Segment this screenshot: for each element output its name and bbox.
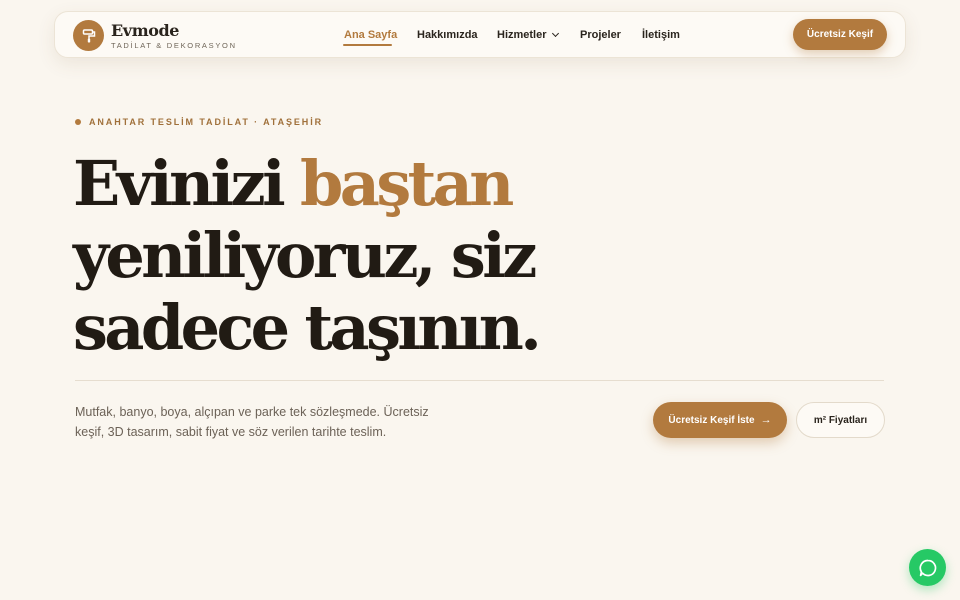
brand-tagline: TADİLAT & DEKORASYON — [111, 41, 237, 50]
nav-item-hakkimizda[interactable]: Hakkımızda — [417, 29, 478, 41]
request-free-survey-label: Ücretsiz Keşif İste — [668, 414, 755, 426]
chevron-down-icon — [551, 29, 559, 38]
active-nav-underline — [343, 44, 392, 46]
nav-item-projeler[interactable]: Projeler — [580, 29, 621, 41]
top-navbar: Evmode TADİLAT & DEKORASYON Ana Sayfa Ha… — [54, 11, 906, 58]
paint-roller-icon[interactable] — [73, 20, 104, 51]
hero-eyebrow-text: ANAHTAR TESLİM TADİLAT · ATAŞEHİR — [89, 117, 324, 127]
hero-divider — [75, 380, 884, 381]
free-survey-nav-button[interactable]: Ücretsiz Keşif — [793, 19, 887, 50]
headline-line-3: sadece taşının. — [73, 291, 542, 364]
brand-name[interactable]: Evmode — [111, 21, 179, 40]
nav-item-iletisim[interactable]: İletişim — [642, 29, 680, 41]
nav-item-hizmetler[interactable]: Hizmetler — [497, 29, 559, 41]
hero-headline: Evinizi baştan yeniliyoruz, siz sadece t… — [73, 147, 542, 364]
hero-eyebrow: ANAHTAR TESLİM TADİLAT · ATAŞEHİR — [75, 117, 323, 127]
request-free-survey-button[interactable]: Ücretsiz Keşif İste → — [653, 402, 787, 438]
headline-part-1: Evinizi — [73, 147, 301, 220]
headline-accent: baştan — [300, 147, 514, 220]
whatsapp-chat-icon[interactable] — [909, 549, 946, 586]
m2-prices-button[interactable]: m² Fiyatları — [796, 402, 885, 438]
headline-line-2: yeniliyoruz, siz — [73, 219, 537, 292]
nav-item-ana-sayfa[interactable]: Ana Sayfa — [344, 29, 397, 41]
nav-item-hizmetler-label: Hizmetler — [497, 29, 547, 41]
hero-description: Mutfak, banyo, boya, alçıpan ve parke te… — [75, 405, 429, 439]
eyebrow-dot — [75, 119, 81, 125]
arrow-right-icon: → — [760, 414, 772, 426]
